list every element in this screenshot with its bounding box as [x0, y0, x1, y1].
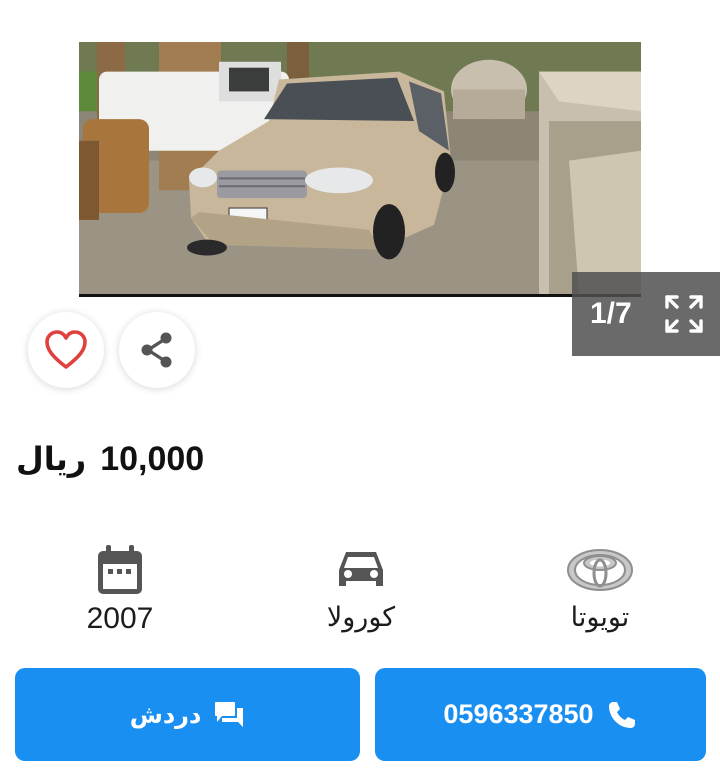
- spec-model-value: كورولا: [326, 602, 396, 633]
- share-button[interactable]: [119, 312, 195, 388]
- toyota-logo-icon: [567, 549, 633, 591]
- spec-make: تويوتا: [510, 538, 690, 633]
- image-counter: 1/7: [590, 297, 632, 330]
- photo-gallery[interactable]: [79, 42, 641, 297]
- favorite-button[interactable]: [28, 312, 104, 388]
- spec-year-value: 2007: [86, 602, 154, 635]
- price: ريال 10,000: [16, 440, 204, 479]
- spec-make-value: تويوتا: [570, 602, 630, 633]
- chat-button-label: دردش: [129, 700, 202, 729]
- chevron-left-icon: [54, 137, 68, 163]
- gallery-counter-overlay: 1/7: [572, 272, 720, 356]
- car-photo: [79, 42, 641, 294]
- spec-model: كورولا: [271, 538, 451, 633]
- gallery-prev-button[interactable]: [46, 130, 76, 170]
- price-currency: ريال: [16, 440, 87, 478]
- chevron-right-icon: [651, 137, 665, 163]
- car-icon: [339, 552, 383, 586]
- phone-icon: [608, 701, 635, 728]
- share-icon: [141, 332, 172, 368]
- gallery-next-button[interactable]: [643, 130, 673, 170]
- chat-icon: [215, 701, 244, 727]
- chat-button[interactable]: دردش: [15, 668, 360, 761]
- price-value: 10,000: [100, 440, 205, 478]
- listing-page: 1/7 ريال 10,000 2007 كورولا تويوتا دردش …: [0, 0, 720, 777]
- heart-icon: [45, 330, 87, 369]
- calendar-icon: [98, 545, 142, 594]
- phone-number: 0596337850: [443, 699, 594, 729]
- call-button[interactable]: 0596337850: [375, 668, 706, 761]
- fullscreen-icon[interactable]: [664, 294, 704, 334]
- spec-year: 2007: [30, 538, 210, 636]
